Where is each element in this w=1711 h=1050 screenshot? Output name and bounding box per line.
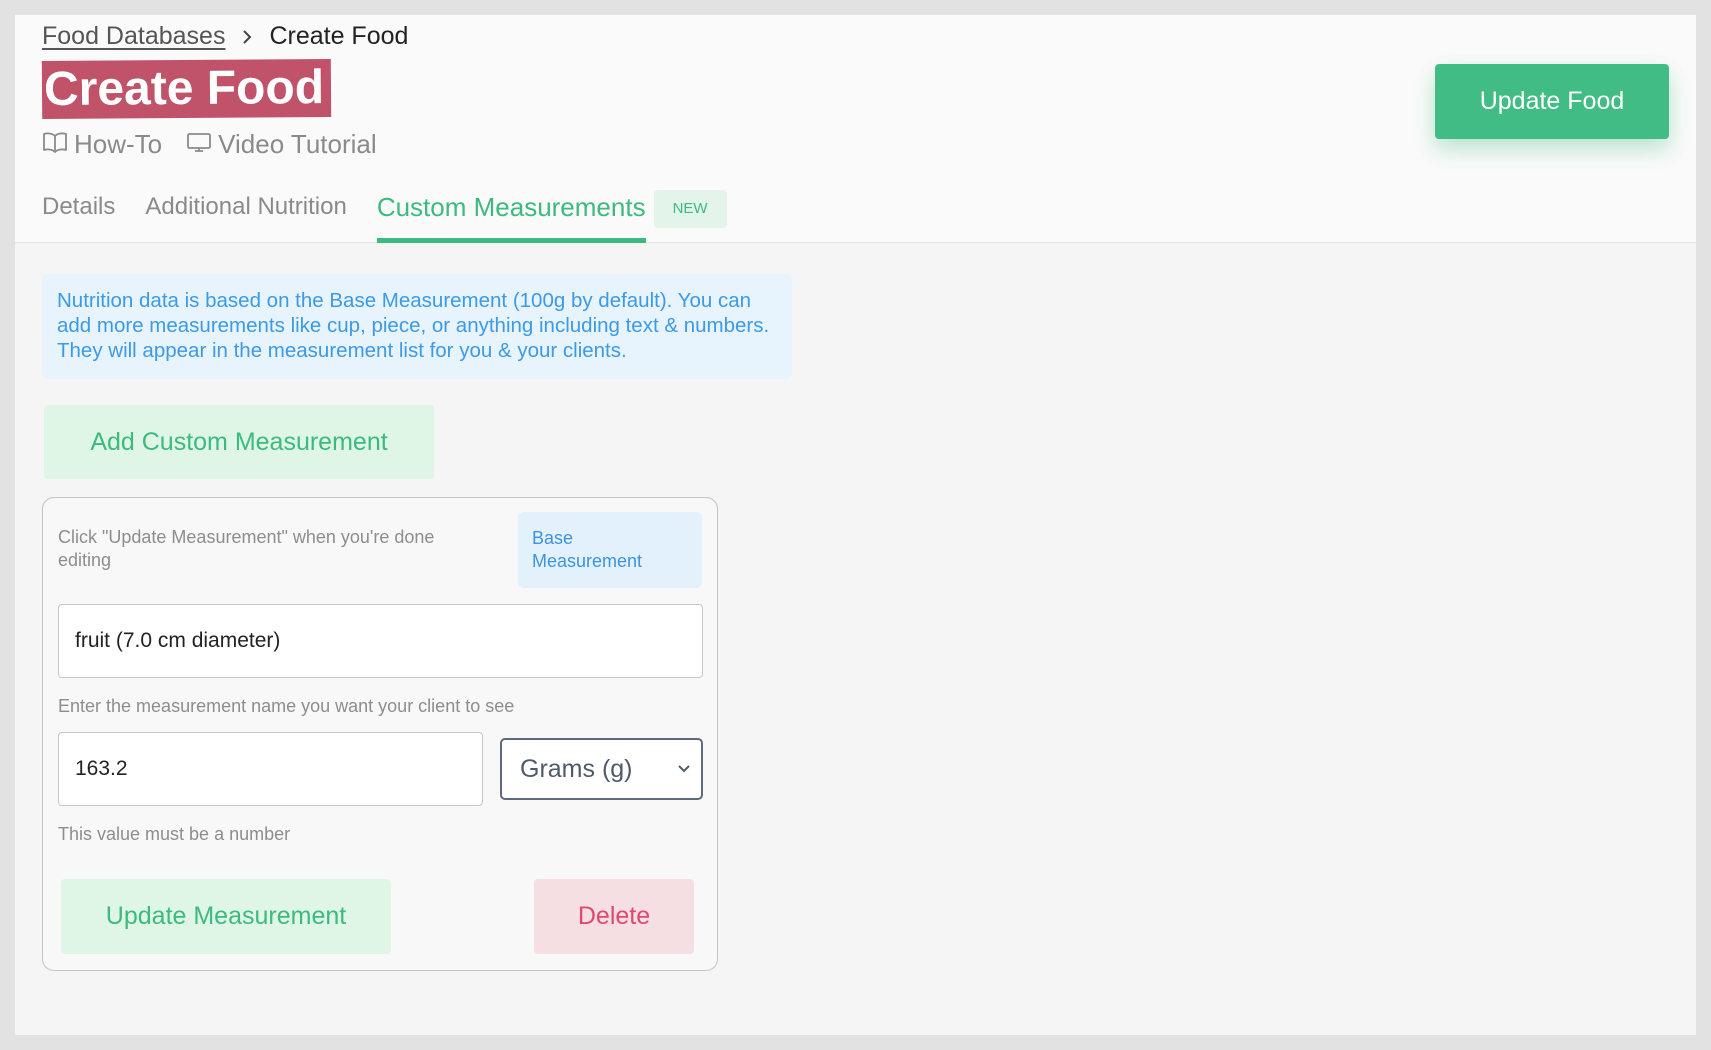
unit-select-value: Grams (g) [520, 754, 633, 783]
add-custom-measurement-button[interactable]: Add Custom Measurement [44, 405, 434, 479]
video-tutorial-label: Video Tutorial [218, 129, 377, 159]
monitor-icon [186, 129, 212, 160]
tab-custom-measurements[interactable]: Custom Measurements [376, 185, 646, 243]
video-tutorial-link[interactable]: Video Tutorial [186, 129, 377, 160]
how-to-label: How-To [74, 129, 163, 159]
quantity-help: This value must be a number [58, 824, 291, 844]
book-open-icon [42, 129, 68, 160]
page-header: Food Databases Create Food Create Food H… [15, 15, 1696, 243]
how-to-link[interactable]: How-To [42, 129, 162, 160]
base-measurement-badge[interactable]: Base Measurement [518, 512, 702, 588]
update-food-button[interactable]: Update Food [1435, 64, 1669, 139]
measurement-card: Click "Update Measurement" when you're d… [42, 497, 718, 971]
breadcrumb-food-databases-link[interactable]: Food Databases [42, 22, 225, 51]
info-notice: Nutrition data is based on the Base Meas… [42, 274, 792, 379]
app-window: Food Databases Create Food Create Food H… [15, 15, 1696, 1035]
update-measurement-button[interactable]: Update Measurement [61, 879, 391, 954]
chevron-down-icon [677, 764, 691, 774]
page-title: Create Food [41, 58, 332, 120]
help-links: How-To Video Tutorial [42, 129, 377, 160]
breadcrumb-current: Create Food [269, 22, 409, 50]
tab-details[interactable]: Details [42, 185, 115, 243]
unit-select[interactable]: Grams (g) [500, 738, 703, 800]
chevron-right-icon [241, 29, 253, 45]
measurement-name-help: Enter the measurement name you want your… [58, 696, 515, 716]
tab-additional-nutrition[interactable]: Additional Nutrition [145, 185, 346, 243]
breadcrumb: Food Databases Create Food [42, 22, 408, 51]
measurement-quantity-input[interactable] [58, 732, 483, 806]
measurement-name-input[interactable] [58, 604, 703, 678]
tab-bar: Details Additional Nutrition Custom Meas… [42, 185, 727, 243]
edit-hint-text: Click "Update Measurement" when you're d… [58, 527, 435, 570]
delete-button[interactable]: Delete [534, 879, 694, 954]
new-badge: NEW [653, 190, 727, 228]
